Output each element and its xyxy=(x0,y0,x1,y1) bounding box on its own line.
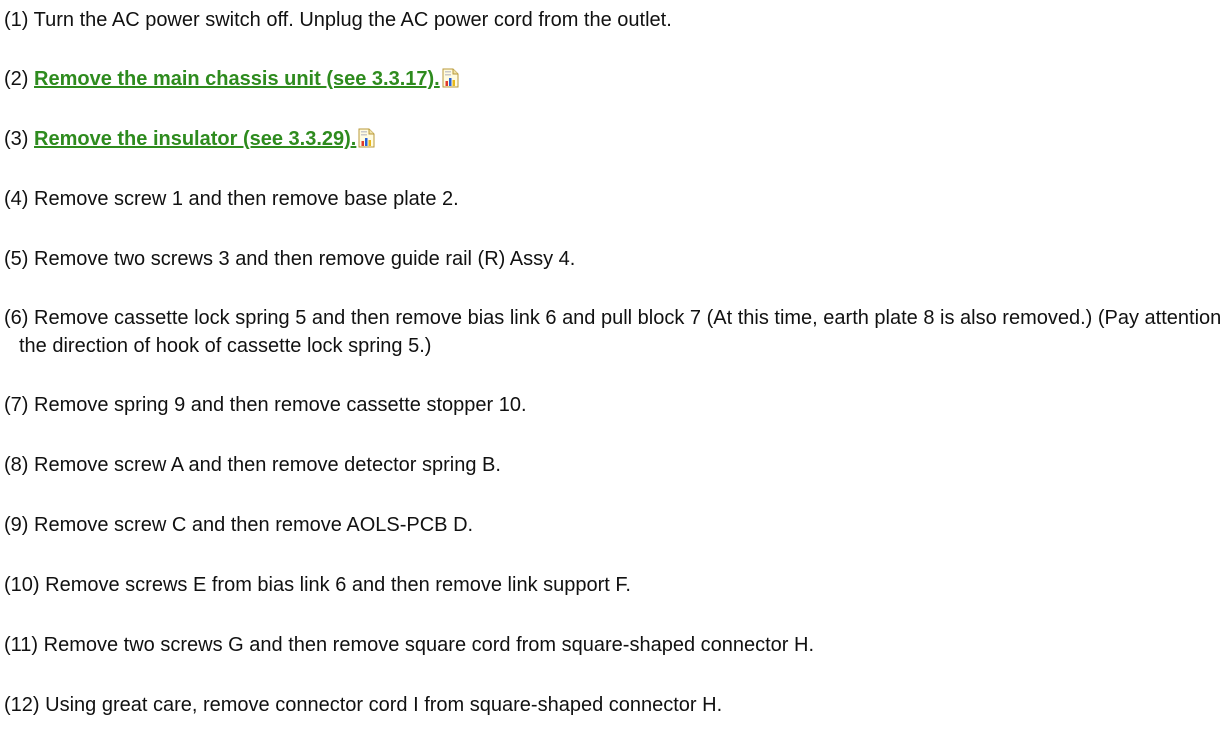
step-text: Remove screw A and then remove detector … xyxy=(34,454,501,476)
step-5: (5) Remove two screws 3 and then remove … xyxy=(4,245,575,273)
step-8: (8) Remove screw A and then remove detec… xyxy=(4,451,501,479)
step-3: (3) Remove the insulator (see 3.3.29). xyxy=(4,125,375,153)
step-number: (5) xyxy=(4,248,29,270)
step-text: Using great care, remove connector cord … xyxy=(45,694,723,716)
document-chart-icon[interactable] xyxy=(442,68,459,88)
link-remove-main-chassis-unit[interactable]: Remove the main chassis unit (see 3.3.17… xyxy=(34,68,440,90)
document-chart-icon[interactable] xyxy=(358,128,375,148)
step-number: (2) xyxy=(4,68,29,90)
step-number: (11) xyxy=(4,634,39,656)
step-number: (4) xyxy=(4,188,29,210)
step-text: Remove screws E from bias link 6 and the… xyxy=(45,574,631,596)
step-1: (1) Turn the AC power switch off. Unplug… xyxy=(4,6,672,34)
step-number: (6) xyxy=(4,307,29,329)
step-7: (7) Remove spring 9 and then remove cass… xyxy=(4,391,527,419)
step-4: (4) Remove screw 1 and then remove base … xyxy=(4,185,459,213)
step-11: (11) Remove two screws G and then remove… xyxy=(4,631,814,659)
step-number: (10) xyxy=(4,574,40,596)
step-10: (10) Remove screws E from bias link 6 an… xyxy=(4,571,631,599)
step-9: (9) Remove screw C and then remove AOLS-… xyxy=(4,511,473,539)
step-6: (6) Remove cassette lock spring 5 and th… xyxy=(4,304,1226,360)
step-text: Remove two screws G and then remove squa… xyxy=(43,634,815,656)
step-number: (1) xyxy=(4,9,29,31)
step-text: Remove screw 1 and then remove base plat… xyxy=(34,188,459,210)
step-number: (12) xyxy=(4,694,40,716)
step-2: (2) Remove the main chassis unit (see 3.… xyxy=(4,65,459,93)
step-text: Remove spring 9 and then remove cassette… xyxy=(34,394,527,416)
step-text: Remove cassette lock spring 5 and then r… xyxy=(19,307,1222,357)
step-text: Turn the AC power switch off. Unplug the… xyxy=(33,9,672,31)
step-text: Remove screw C and then remove AOLS-PCB … xyxy=(34,514,474,536)
step-number: (8) xyxy=(4,454,29,476)
procedure-steps: (1) Turn the AC power switch off. Unplug… xyxy=(0,0,1231,740)
step-number: (7) xyxy=(4,394,29,416)
step-text: Remove two screws 3 and then remove guid… xyxy=(34,248,576,270)
step-12: (12) Using great care, remove connector … xyxy=(4,691,722,719)
step-number: (9) xyxy=(4,514,29,536)
link-remove-insulator[interactable]: Remove the insulator (see 3.3.29). xyxy=(34,128,356,150)
step-number: (3) xyxy=(4,128,29,150)
